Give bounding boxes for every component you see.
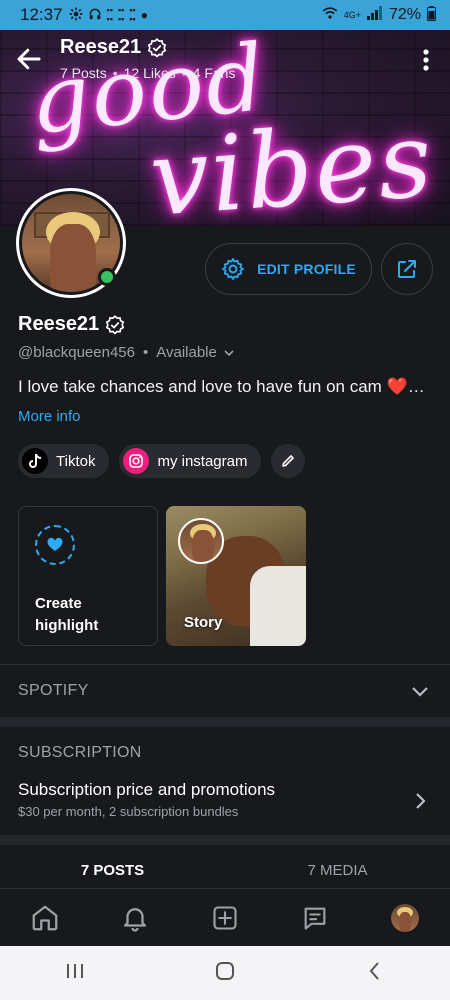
chevron-down-icon bbox=[224, 349, 234, 356]
bottom-navigation bbox=[0, 888, 450, 946]
message-icon bbox=[304, 907, 326, 930]
edit-profile-label: EDIT PROFILE bbox=[257, 261, 356, 277]
neon-sign-text: vibes bbox=[146, 98, 438, 226]
verified-badge-icon bbox=[105, 314, 125, 335]
nav-notifications-button[interactable] bbox=[115, 898, 155, 938]
profile-handle-row: @blackqueen456 • Available bbox=[18, 344, 235, 361]
tab-posts[interactable]: 7 POSTS bbox=[0, 848, 225, 888]
bell-icon bbox=[123, 907, 147, 932]
posts-count: 7 Posts bbox=[60, 65, 107, 81]
subscription-title: SUBSCRIPTION bbox=[18, 744, 142, 761]
profile-avatar-icon bbox=[391, 903, 419, 932]
share-profile-button[interactable] bbox=[381, 243, 433, 295]
notification-icon: ▪▪ ▪▪ bbox=[106, 5, 113, 24]
settings-gear-icon bbox=[69, 7, 83, 24]
instagram-link[interactable]: my instagram bbox=[119, 444, 262, 478]
spotify-title: SPOTIFY bbox=[18, 682, 89, 699]
chevron-right-icon bbox=[416, 793, 426, 809]
story-avatar-thumbnail bbox=[178, 518, 224, 564]
status-icons: ▪▪ ▪▪ ▪▪ ▪▪ ▪▪ ▪▪ ● bbox=[69, 6, 148, 24]
notification-icon: ▪▪ ▪▪ bbox=[117, 5, 125, 24]
verified-badge-icon bbox=[147, 37, 167, 58]
page-title-text: Reese21 bbox=[60, 36, 142, 58]
profile-name: Reese21 bbox=[18, 313, 125, 336]
top-navigation: Reese21 7 Posts • 12 Likes • 4 Fans bbox=[0, 30, 450, 90]
more-notifications-dot-icon: ● bbox=[140, 8, 148, 22]
home-system-button[interactable] bbox=[214, 960, 236, 987]
battery-level: 72% bbox=[388, 6, 421, 23]
more-options-button[interactable] bbox=[416, 46, 436, 74]
more-info-link[interactable]: More info bbox=[18, 408, 81, 425]
home-icon bbox=[32, 905, 58, 930]
profile-bio: I love take chances and love to have fun… bbox=[18, 377, 425, 396]
fans-count: 4 Fans bbox=[192, 65, 236, 81]
back-chevron-icon bbox=[369, 961, 379, 980]
likes-count: 12 Likes bbox=[123, 65, 176, 81]
settings-gear-icon bbox=[222, 258, 244, 280]
pencil-icon bbox=[282, 455, 295, 467]
story-highlight-card[interactable]: Story bbox=[166, 506, 306, 646]
back-button[interactable] bbox=[14, 44, 44, 74]
tiktok-link[interactable]: Tiktok bbox=[18, 444, 110, 478]
online-status-indicator bbox=[98, 268, 116, 286]
availability-status: Available bbox=[156, 344, 217, 361]
recent-apps-button[interactable] bbox=[64, 961, 86, 986]
username-handle: @blackqueen456 bbox=[18, 344, 135, 361]
section-separator bbox=[0, 717, 450, 727]
spotify-section[interactable]: SPOTIFY bbox=[0, 665, 450, 717]
notification-icon: ▪▪ ▪▪ bbox=[129, 5, 136, 24]
battery-icon bbox=[427, 5, 436, 25]
social-links: Tiktok my instagram bbox=[18, 444, 306, 478]
create-highlight-label: Create highlight bbox=[35, 595, 99, 634]
subscription-item-title: Subscription price and promotions bbox=[18, 780, 276, 799]
nav-messages-button[interactable] bbox=[295, 898, 335, 938]
vertical-dots-icon bbox=[423, 49, 429, 71]
page-title: Reese21 bbox=[60, 36, 167, 59]
headphones-icon bbox=[88, 7, 102, 24]
profile-stats: 7 Posts • 12 Likes • 4 Fans bbox=[60, 65, 235, 81]
nav-home-button[interactable] bbox=[25, 898, 65, 938]
home-square-icon bbox=[216, 961, 234, 980]
profile-name-text: Reese21 bbox=[18, 313, 100, 335]
signal-icon bbox=[366, 6, 383, 24]
separator-dot: • bbox=[181, 65, 187, 81]
story-label: Story bbox=[184, 614, 223, 631]
network-type: 4G+ bbox=[343, 10, 361, 20]
status-time: 12:37 bbox=[20, 5, 63, 24]
recent-apps-icon bbox=[67, 963, 83, 978]
highlight-heart-icon bbox=[35, 525, 75, 565]
content-tabs: 7 POSTS 7 MEDIA bbox=[0, 848, 450, 888]
instagram-label: my instagram bbox=[157, 452, 248, 470]
tiktok-label: Tiktok bbox=[56, 452, 96, 470]
availability-dropdown[interactable]: Available bbox=[156, 344, 235, 361]
subscription-item-detail: $30 per month, 2 subscription bundles bbox=[18, 804, 239, 819]
subscription-promotions-row[interactable]: Subscription price and promotions $30 pe… bbox=[0, 770, 450, 830]
wifi-icon bbox=[322, 6, 338, 24]
back-arrow-icon bbox=[17, 48, 41, 70]
chevron-down-icon bbox=[412, 687, 428, 697]
edit-profile-button[interactable]: EDIT PROFILE bbox=[205, 243, 372, 295]
separator-dot: • bbox=[142, 344, 149, 361]
tiktok-icon bbox=[22, 448, 48, 474]
system-navigation-bar bbox=[0, 946, 450, 1000]
create-highlight-card[interactable]: Create highlight bbox=[18, 506, 158, 646]
tab-media[interactable]: 7 MEDIA bbox=[225, 848, 450, 888]
separator-dot: • bbox=[112, 65, 118, 81]
status-bar: 12:37 ▪▪ ▪▪ ▪▪ ▪▪ ▪▪ ▪▪ ● 4G+ 72% bbox=[0, 0, 450, 30]
instagram-icon bbox=[123, 448, 150, 474]
back-system-button[interactable] bbox=[364, 960, 386, 987]
add-square-icon bbox=[213, 905, 237, 930]
nav-profile-button[interactable] bbox=[385, 898, 425, 938]
section-separator bbox=[0, 835, 450, 845]
edit-links-button[interactable] bbox=[271, 444, 306, 478]
nav-add-post-button[interactable] bbox=[205, 898, 245, 938]
share-icon bbox=[398, 260, 416, 278]
